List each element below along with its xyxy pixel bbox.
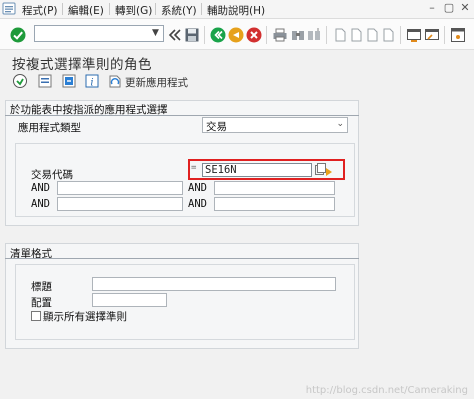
menu-edit[interactable]: 編輯(E) [68, 3, 104, 18]
menu-bar: 程式(P) 編輯(E) 轉到(G) 系統(Y) 輔助說明(H) – ▢ ✕ [0, 0, 474, 19]
get-variant-icon[interactable] [61, 73, 77, 89]
print-icon[interactable] [272, 27, 288, 43]
back-icon[interactable] [210, 27, 226, 43]
menu-separator [62, 3, 63, 15]
criteria-right-input-1[interactable] [214, 181, 335, 195]
app-type-value: 交易 [206, 121, 227, 133]
menu-separator [109, 3, 110, 15]
cancel-icon[interactable] [246, 27, 262, 43]
show-all-label: 顯示所有選擇準則 [43, 311, 127, 323]
command-field[interactable] [34, 25, 164, 42]
find-icon[interactable] [290, 27, 306, 43]
and-label-3: AND [31, 198, 50, 210]
app-type-label: 應用程式類型 [18, 122, 81, 134]
menu-separator [155, 3, 156, 15]
tcode-low-input[interactable]: SE16N [202, 163, 312, 177]
page-title: 按複式選擇準則的角色 [12, 57, 152, 73]
toolbar-separator [326, 26, 327, 44]
update-app-button[interactable]: 更新應用程式 [125, 75, 188, 90]
menu-separator [201, 3, 202, 15]
menu-system[interactable]: 系統(Y) [161, 3, 197, 18]
criteria-right-input-2[interactable] [214, 197, 335, 211]
maximize-icon[interactable]: ▢ [443, 2, 455, 14]
criteria-left-input-2[interactable] [57, 197, 183, 211]
tcode-low-value: SE16N [205, 164, 237, 176]
toolbar-separator [444, 26, 445, 44]
select-option-indicator: = [191, 163, 197, 173]
svg-text:i: i [90, 78, 93, 89]
and-label-2: AND [188, 182, 207, 194]
application-toolbar: i 更新應用程式 [0, 71, 474, 93]
menu-program[interactable]: 程式(P) [22, 3, 58, 18]
toolbar-separator [266, 26, 267, 44]
tcode-label: 交易代碼 [31, 169, 73, 181]
toolbar-separator [204, 26, 205, 44]
group-title-divider [5, 258, 359, 259]
sap-menu-icon[interactable] [2, 2, 16, 15]
app-type-dropdown[interactable]: 交易 ⌄ [202, 117, 348, 133]
last-page-icon[interactable] [380, 27, 396, 43]
criteria-left-input-1[interactable] [57, 181, 183, 195]
heading-label: 標題 [31, 281, 52, 293]
and-label-4: AND [188, 198, 207, 210]
close-icon[interactable]: ✕ [459, 2, 471, 14]
find-next-icon[interactable] [306, 27, 322, 43]
new-session-icon[interactable] [406, 27, 422, 43]
enter-icon[interactable] [10, 27, 26, 43]
list-format-frame [15, 264, 355, 340]
menu-help[interactable]: 輔助說明(H) [207, 3, 265, 18]
chevron-down-icon: ⌄ [336, 119, 344, 129]
heading-input[interactable] [92, 277, 336, 291]
exit-icon[interactable] [228, 27, 244, 43]
execute-icon[interactable] [12, 73, 28, 89]
save-icon[interactable] [184, 27, 200, 43]
group-title-divider [5, 115, 359, 116]
minimize-icon[interactable]: – [426, 2, 438, 14]
help-icon[interactable] [450, 27, 466, 43]
and-label-1: AND [31, 182, 50, 194]
layout-input[interactable] [92, 293, 167, 307]
next-page-icon[interactable] [364, 27, 380, 43]
command-dropdown-icon[interactable]: ▼ [149, 26, 162, 41]
menu-goto[interactable]: 轉到(G) [115, 3, 152, 18]
double-chevron-left-icon[interactable] [168, 27, 181, 43]
prev-page-icon[interactable] [348, 27, 364, 43]
update-app-icon[interactable] [107, 73, 123, 89]
info-icon[interactable]: i [84, 73, 100, 89]
layout-label: 配置 [31, 297, 52, 309]
watermark: http://blog.csdn.net/Cameraking [305, 385, 468, 396]
multiple-selection-icon[interactable] [315, 163, 326, 176]
toolbar-separator [400, 26, 401, 44]
shortcut-icon[interactable] [424, 27, 440, 43]
arrow-right-icon[interactable] [326, 166, 332, 176]
variant-icon[interactable] [37, 73, 53, 89]
show-all-checkbox[interactable] [31, 311, 41, 321]
first-page-icon[interactable] [332, 27, 348, 43]
